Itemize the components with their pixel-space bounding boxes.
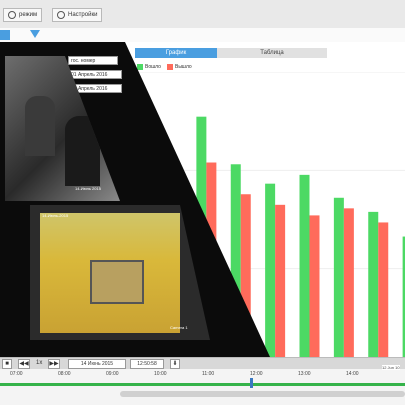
timeline-label: 11:00 — [202, 371, 215, 377]
legend-exited-label: Вышло — [175, 64, 192, 70]
bar-entered — [368, 211, 379, 367]
settings-button-label: Настройки — [68, 12, 98, 18]
timeline-label: 12:00 — [250, 371, 263, 377]
bar-exited — [343, 208, 354, 367]
legend-swatch-red — [167, 64, 173, 70]
gear-icon — [57, 11, 65, 19]
forward-icon[interactable]: ▶▶ — [48, 359, 60, 369]
download-icon[interactable]: ⬇ — [170, 359, 180, 369]
timeline-scrollbar[interactable] — [120, 391, 405, 397]
date-from-field[interactable]: 01 Апрель 2016 — [68, 70, 122, 79]
settings-button[interactable]: Настройки — [52, 8, 103, 22]
tab-graph[interactable]: График — [135, 48, 217, 58]
bar-entered — [299, 174, 310, 367]
passenger-figure — [25, 96, 55, 156]
bar-exited — [309, 215, 320, 367]
timeline-cursor[interactable] — [250, 378, 253, 388]
timeline-label: 08:00 — [58, 371, 71, 377]
dropdown-arrow-icon[interactable] — [30, 30, 40, 38]
timeline-coverage-bar — [0, 383, 405, 386]
timeline-label: 10:00 — [154, 371, 167, 377]
cam1-timestamp: 14-Июнь 2015 — [75, 186, 101, 191]
bar-entered — [333, 197, 344, 367]
time-field[interactable]: 12:50:58 — [130, 359, 164, 369]
date-field[interactable]: 14 Июнь 2015 — [68, 359, 126, 369]
plate-select[interactable]: гос. номер — [68, 56, 118, 65]
bar-exited — [275, 204, 286, 367]
timeline-label: 09:00 — [106, 371, 119, 377]
rewind-icon[interactable]: ◀◀ — [18, 359, 30, 369]
legend-swatch-green — [137, 64, 143, 70]
mode-button-label: режим — [19, 12, 38, 18]
legend-exited: Вышло — [167, 64, 192, 70]
stop-icon[interactable]: ■ — [2, 359, 12, 369]
sub-toolbar — [0, 28, 405, 43]
top-toolbar: режим Настройки — [0, 0, 405, 29]
bar-exited — [378, 222, 389, 367]
timeline-date-label: 12 Jun 10 — [382, 365, 400, 370]
speed-label: 1x — [36, 360, 43, 366]
tab-table[interactable]: Таблица — [217, 48, 327, 58]
timeline-label: 07:00 — [10, 371, 23, 377]
bar-entered — [265, 183, 276, 367]
timeline-label: 13:00 — [298, 371, 311, 377]
legend-entered-label: Вошло — [145, 64, 161, 70]
left-tab-marker[interactable] — [0, 30, 10, 40]
legend-entered: Вошло — [137, 64, 161, 70]
timeline-label: 14:00 — [346, 371, 359, 377]
floor-area — [90, 260, 144, 304]
camera-icon — [8, 11, 16, 19]
camera-feed-2[interactable]: 14-Июнь-2015 Camera 1 — [30, 205, 210, 340]
cam2-timestamp: 14-Июнь-2015 — [42, 213, 69, 218]
timeline[interactable]: 07:00 08:00 09:00 10:00 11:00 12:00 13:0… — [0, 365, 405, 405]
cam2-label: Camera 1 — [170, 325, 188, 330]
mode-button[interactable]: режим — [3, 8, 43, 22]
